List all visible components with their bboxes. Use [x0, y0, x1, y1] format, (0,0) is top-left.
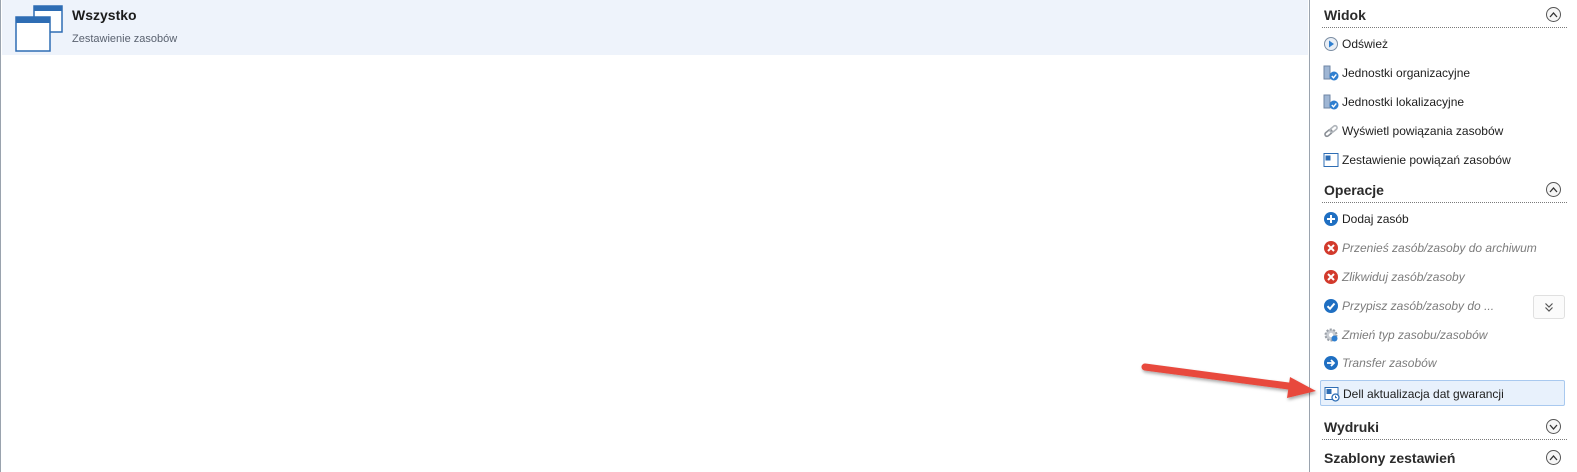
- delete-icon: [1323, 240, 1339, 256]
- gear-icon: [1323, 327, 1339, 343]
- task-label: Przenieś zasób/zasoby do archiwum: [1342, 241, 1537, 255]
- collapse-operacje-icon[interactable]: [1546, 182, 1561, 197]
- view-title: Wszystko: [72, 7, 137, 23]
- task-label: Zlikwiduj zasób/zasoby: [1342, 270, 1465, 284]
- task-jednostki-organizacyjne[interactable]: Jednostki organizacyjne: [1320, 60, 1565, 86]
- section-header-widok[interactable]: Widok: [1314, 1, 1567, 28]
- section-header-szablony[interactable]: Szablony zestawień: [1314, 444, 1567, 471]
- task-przenies-do-archiwum[interactable]: Przenieś zasób/zasoby do archiwum: [1320, 235, 1565, 261]
- task-wyswietl-powiazania[interactable]: Wyświetl powiązania zasobów: [1320, 118, 1565, 144]
- task-label: Jednostki lokalizacyjne: [1342, 95, 1465, 109]
- task-transfer-zasobow[interactable]: Transfer zasobów: [1320, 350, 1565, 376]
- location-units-icon: [1323, 94, 1339, 110]
- refresh-play-icon: [1323, 36, 1339, 52]
- task-przypisz-zasob[interactable]: Przypisz zasób/zasoby do ...: [1320, 293, 1525, 319]
- task-zestawienie-powiazan[interactable]: Zestawienie powiązań zasobów: [1320, 147, 1565, 173]
- task-label: Transfer zasobów: [1342, 356, 1437, 370]
- task-label: Jednostki organizacyjne: [1342, 66, 1471, 80]
- section-title-szablony: Szablony zestawień: [1324, 450, 1456, 466]
- task-pane: Widok Odśwież Jednostki organizacyjne Je…: [1314, 0, 1577, 472]
- double-chevron-down-icon: [1545, 303, 1553, 312]
- section-header-operacje[interactable]: Operacje: [1314, 176, 1567, 203]
- section-header-wydruki[interactable]: Wydruki: [1314, 413, 1567, 440]
- collapse-widok-icon[interactable]: [1546, 7, 1561, 22]
- task-label: Dodaj zasób: [1342, 212, 1409, 226]
- task-label: Zmień typ zasobu/zasobów: [1342, 328, 1488, 342]
- expand-more-button[interactable]: [1533, 295, 1565, 319]
- task-jednostki-lokalizacyjne[interactable]: Jednostki lokalizacyjne: [1320, 89, 1565, 115]
- task-label: Odśwież: [1342, 37, 1389, 51]
- view-subtitle: Zestawienie zasobów: [72, 33, 178, 45]
- task-label: Przypisz zasób/zasoby do ...: [1342, 299, 1495, 313]
- dell-warranty-icon: [1324, 386, 1340, 402]
- report-icon: [1323, 152, 1339, 168]
- windows-view-icon: [14, 5, 64, 58]
- section-divider: [1322, 439, 1567, 440]
- section-title-operacje: Operacje: [1324, 182, 1384, 198]
- task-zlikwiduj-zasob[interactable]: Zlikwiduj zasób/zasoby: [1320, 264, 1565, 290]
- delete-icon: [1323, 269, 1339, 285]
- task-label: Dell aktualizacja dat gwarancji: [1343, 387, 1504, 401]
- section-title-wydruki: Wydruki: [1324, 419, 1379, 435]
- main-pane: Wszystko Zestawienie zasobów: [0, 0, 1310, 472]
- task-dell-aktualizacja[interactable]: Dell aktualizacja dat gwarancji: [1320, 380, 1565, 406]
- task-zmien-typ[interactable]: Zmień typ zasobu/zasobów: [1320, 322, 1565, 348]
- check-icon: [1323, 298, 1339, 314]
- arrow-right-icon: [1323, 355, 1339, 371]
- collapse-szablony-icon[interactable]: [1546, 450, 1561, 465]
- section-divider: [1322, 202, 1567, 203]
- task-label: Wyświetl powiązania zasobów: [1342, 124, 1504, 138]
- section-divider: [1322, 27, 1567, 28]
- view-row-wszystko[interactable]: Wszystko Zestawienie zasobów: [2, 0, 1308, 55]
- org-units-icon: [1323, 65, 1339, 81]
- expand-wydruki-icon[interactable]: [1546, 419, 1561, 434]
- task-dodaj-zasob[interactable]: Dodaj zasób: [1320, 206, 1565, 232]
- add-icon: [1323, 211, 1339, 227]
- task-label: Zestawienie powiązań zasobów: [1342, 153, 1511, 167]
- section-title-widok: Widok: [1324, 7, 1366, 23]
- task-odswiez[interactable]: Odśwież: [1320, 31, 1565, 57]
- link-icon: [1323, 123, 1339, 139]
